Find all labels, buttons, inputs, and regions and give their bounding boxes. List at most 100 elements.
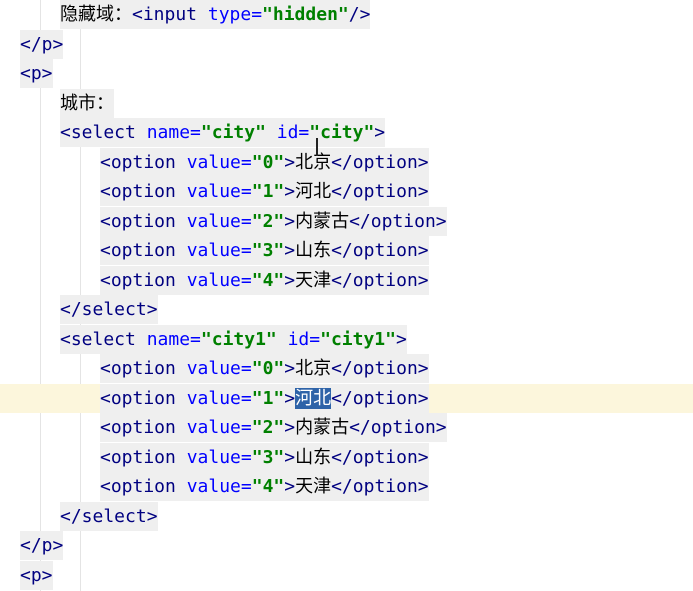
code-line[interactable]: <option value="1">河北</option>: [0, 383, 693, 413]
code-line[interactable]: <p>: [0, 560, 693, 590]
code-token: 天津: [295, 269, 332, 291]
code-token: <option: [100, 417, 187, 438]
code-token: <option: [100, 358, 187, 379]
code-token: value=: [186, 151, 252, 173]
code-token: <option: [100, 387, 187, 409]
code-line[interactable]: <option value="1">河北</option>: [0, 177, 693, 206]
code-token: <input: [132, 4, 208, 25]
code-token: </option>: [331, 476, 429, 497]
code-token: "city": [309, 122, 375, 143]
code-token: >: [284, 269, 296, 291]
code-token: id=: [276, 122, 310, 143]
code-line[interactable]: </p>: [0, 29, 693, 59]
code-token: "3": [251, 446, 285, 468]
code-token: <p>: [20, 63, 53, 84]
code-line[interactable]: </select>: [0, 501, 693, 531]
code-token: "city1": [320, 328, 396, 350]
code-token: <select: [60, 122, 147, 143]
code-token: "hidden": [262, 4, 349, 25]
code-line[interactable]: <p>: [0, 59, 693, 88]
code-token: </p>: [20, 33, 64, 55]
code-token: "3": [251, 240, 285, 261]
code-line[interactable]: <select name="city1" id="city1">: [0, 324, 693, 354]
code-token: value=: [186, 240, 252, 261]
code-token: 山东: [295, 446, 332, 468]
code-token: name=: [146, 328, 201, 350]
code-token: value=: [186, 446, 252, 468]
code-token: </option>: [331, 387, 429, 409]
code-line-content: <option value="2">内蒙古</option>: [100, 413, 447, 442]
code-token: >: [374, 122, 386, 143]
code-line[interactable]: <option value="0">北京</option>: [0, 147, 693, 177]
code-line[interactable]: <option value="2">内蒙古</option>: [0, 413, 693, 442]
code-token: value=: [186, 269, 252, 291]
code-line-content: <option value="3">山东</option>: [100, 236, 429, 265]
code-token: 北京: [295, 151, 332, 173]
code-token: <option: [100, 269, 187, 291]
code-editor[interactable]: 隐藏域：<input type="hidden"/> </p> <p> 城市： <sel…: [0, 0, 693, 591]
selected-text: 河北: [295, 387, 332, 409]
code-line-content: <option value="3">山东</option>: [100, 442, 429, 472]
code-token: </option>: [331, 358, 429, 379]
text-cursor: [316, 138, 318, 156]
code-line[interactable]: <option value="2">内蒙古</option>: [0, 206, 693, 236]
code-line-content: <select name="city1" id="city1">: [60, 324, 407, 354]
code-token: >: [284, 151, 296, 173]
code-line-content: </select>: [60, 295, 158, 324]
code-line-content: </p>: [20, 29, 64, 59]
code-token: "4": [251, 476, 285, 497]
code-token: "0": [251, 358, 285, 379]
code-line[interactable]: <option value="3">山东</option>: [0, 236, 693, 265]
code-token: </option>: [331, 181, 429, 202]
code-token: <option: [100, 151, 187, 173]
code-token: 内蒙古: [295, 417, 350, 438]
code-token: </option>: [331, 446, 429, 468]
code-token: value=: [186, 181, 252, 202]
code-line-content: <option value="0">北京</option>: [100, 354, 429, 383]
code-token: </option>: [331, 269, 429, 291]
code-token: />: [348, 4, 371, 25]
code-token: value=: [186, 417, 252, 438]
code-token: </option>: [349, 417, 447, 438]
code-line[interactable]: </p>: [0, 531, 693, 560]
code-token: >: [284, 417, 296, 438]
code-line[interactable]: 隐藏域：<input type="hidden"/>: [0, 0, 693, 29]
code-line[interactable]: 城市：: [0, 88, 693, 118]
code-line-content: <option value="4">天津</option>: [100, 472, 429, 501]
code-line-content: <p>: [20, 560, 53, 590]
code-line[interactable]: <select name="city" id="city">: [0, 118, 693, 147]
code-token: 内蒙古: [295, 210, 350, 232]
code-line-content: <option value="0">北京</option>: [100, 147, 429, 177]
code-token: >: [284, 387, 296, 409]
code-token: >: [284, 358, 296, 379]
code-token: </select>: [60, 299, 158, 320]
code-line[interactable]: <option value="4">天津</option>: [0, 265, 693, 295]
code-token: 隐藏域：: [60, 4, 132, 25]
code-token: >: [284, 210, 296, 232]
code-line[interactable]: <option value="4">天津</option>: [0, 472, 693, 501]
code-token: >: [395, 328, 407, 350]
code-token: value=: [186, 387, 252, 409]
code-token: value=: [186, 476, 252, 497]
code-token: <p>: [20, 564, 53, 586]
code-line-content: </p>: [20, 531, 64, 560]
code-token: "4": [251, 269, 285, 291]
code-token: <option: [100, 240, 187, 261]
code-token: </option>: [349, 210, 447, 232]
code-token: id=: [287, 328, 321, 350]
code-line-content: 城市：: [60, 88, 114, 118]
code-token: name=: [146, 122, 201, 143]
code-token: type=: [207, 4, 263, 25]
code-token: <option: [100, 210, 187, 232]
code-token: </p>: [20, 535, 64, 556]
code-token: <option: [100, 476, 187, 497]
code-line[interactable]: <option value="0">北京</option>: [0, 354, 693, 383]
code-line[interactable]: <option value="3">山东</option>: [0, 442, 693, 472]
code-token: >: [284, 181, 296, 202]
code-line-content: <select name="city" id="city">: [60, 118, 386, 147]
code-token: value=: [186, 358, 252, 379]
code-token: </option>: [331, 151, 429, 173]
code-line[interactable]: </select>: [0, 295, 693, 324]
code-token: "city1": [200, 328, 288, 350]
code-line-content: <p>: [20, 59, 53, 88]
